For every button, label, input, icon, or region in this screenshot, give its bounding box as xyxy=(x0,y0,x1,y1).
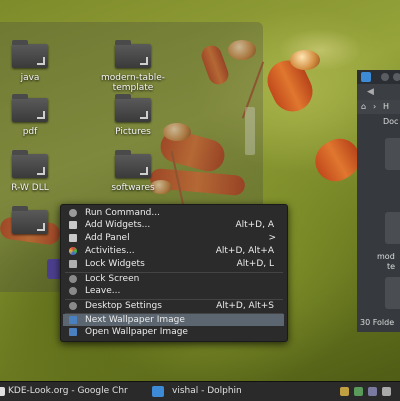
tray-icon[interactable] xyxy=(340,387,349,396)
folder-view-scrollbar[interactable] xyxy=(245,107,255,155)
status-bar-text: 30 Folde xyxy=(360,318,395,327)
desktop-icon-label: R-W DLL xyxy=(11,183,49,193)
folder-label: te xyxy=(387,262,396,271)
dolphin-icon xyxy=(361,72,371,82)
desktop-icon-label: pdf xyxy=(22,127,38,137)
folder-icon[interactable] xyxy=(385,138,400,170)
folder-icon[interactable] xyxy=(385,277,400,309)
back-arrow-icon[interactable]: ◀ xyxy=(367,87,374,97)
chrome-icon xyxy=(0,387,5,396)
folder-icon xyxy=(115,94,151,122)
folder-icon xyxy=(12,94,48,122)
maximize-button[interactable] xyxy=(393,73,400,81)
breadcrumb[interactable]: ⌂ › H xyxy=(357,100,400,114)
desktop-icon-modern-table-template[interactable]: modern-table-template xyxy=(88,40,178,93)
menu-item-activities[interactable]: Activities... Alt+D, Alt+A xyxy=(63,245,284,257)
dolphin-icon xyxy=(152,386,164,397)
image-icon xyxy=(69,316,77,324)
desktop-icon-softwares[interactable]: softwares xyxy=(88,150,178,193)
home-icon[interactable]: ⌂ xyxy=(361,100,366,114)
menu-item-add-panel[interactable]: Add Panel > xyxy=(63,232,284,244)
menu-item-desktop-settings[interactable]: Desktop Settings Alt+D, Alt+S xyxy=(63,300,284,312)
menu-item-open-wallpaper-image[interactable]: Open Wallpaper Image xyxy=(63,326,284,338)
folder-icon xyxy=(12,150,48,178)
menu-item-run-command[interactable]: Run Command... xyxy=(63,207,284,219)
task-chrome[interactable]: KDE-Look.org - Google Chr xyxy=(0,382,148,401)
chevron-right-icon: > xyxy=(268,233,276,243)
folder-icon xyxy=(115,40,151,68)
breadcrumb-separator-icon: › xyxy=(373,102,377,111)
desktop-icon-pictures[interactable]: Pictures xyxy=(88,94,178,137)
desktop-icon-label: modern-table-template xyxy=(100,73,166,93)
folder-icon[interactable] xyxy=(12,206,48,234)
run-command-icon xyxy=(69,209,77,217)
dolphin-window[interactable]: ◀ ⌂ › H Doc mod te 30 Folde xyxy=(357,70,400,332)
add-panel-icon xyxy=(69,234,77,242)
folder-icon xyxy=(12,40,48,68)
folder-icon xyxy=(115,150,151,178)
desktop-icon-rw-dll[interactable]: R-W DLL xyxy=(0,150,75,193)
desktop-context-menu: Run Command... Add Widgets... Alt+D, A A… xyxy=(60,204,288,342)
settings-icon xyxy=(69,302,77,310)
dolphin-titlebar[interactable] xyxy=(357,70,400,84)
activities-icon xyxy=(69,247,77,255)
task-dolphin[interactable]: vishal - Dolphin xyxy=(172,382,292,401)
desktop-icon-label: softwares xyxy=(111,183,155,193)
lock-screen-icon xyxy=(69,275,77,283)
desktop-icon-label: java xyxy=(20,73,40,83)
folder-label: Doc xyxy=(383,117,399,126)
folder-icon[interactable] xyxy=(385,212,400,244)
menu-item-lock-screen[interactable]: Lock Screen xyxy=(63,273,284,285)
desktop-icon-pdf[interactable]: pdf xyxy=(0,94,75,137)
lock-icon xyxy=(69,260,77,268)
menu-item-add-widgets[interactable]: Add Widgets... Alt+D, A xyxy=(63,219,284,231)
breadcrumb-item[interactable]: H xyxy=(383,100,389,114)
menu-item-next-wallpaper-image[interactable]: Next Wallpaper Image xyxy=(63,314,284,326)
tray-icon[interactable] xyxy=(368,387,377,396)
add-widgets-icon xyxy=(69,221,77,229)
tray-icon[interactable] xyxy=(354,387,363,396)
dolphin-toolbar: ◀ xyxy=(357,84,400,100)
desktop-icon-java[interactable]: java xyxy=(0,40,75,83)
menu-item-lock-widgets[interactable]: Lock Widgets Alt+D, L xyxy=(63,258,284,270)
taskbar: KDE-Look.org - Google Chr vishal - Dolph… xyxy=(0,381,400,401)
leave-icon xyxy=(69,287,77,295)
app-launcher-icon[interactable] xyxy=(47,259,61,279)
desktop-icon-label: Pictures xyxy=(115,127,151,137)
folder-label: mod xyxy=(377,252,395,261)
image-icon xyxy=(69,328,77,336)
tray-icon[interactable] xyxy=(382,387,391,396)
minimize-button[interactable] xyxy=(381,73,389,81)
menu-item-leave[interactable]: Leave... xyxy=(63,285,284,297)
